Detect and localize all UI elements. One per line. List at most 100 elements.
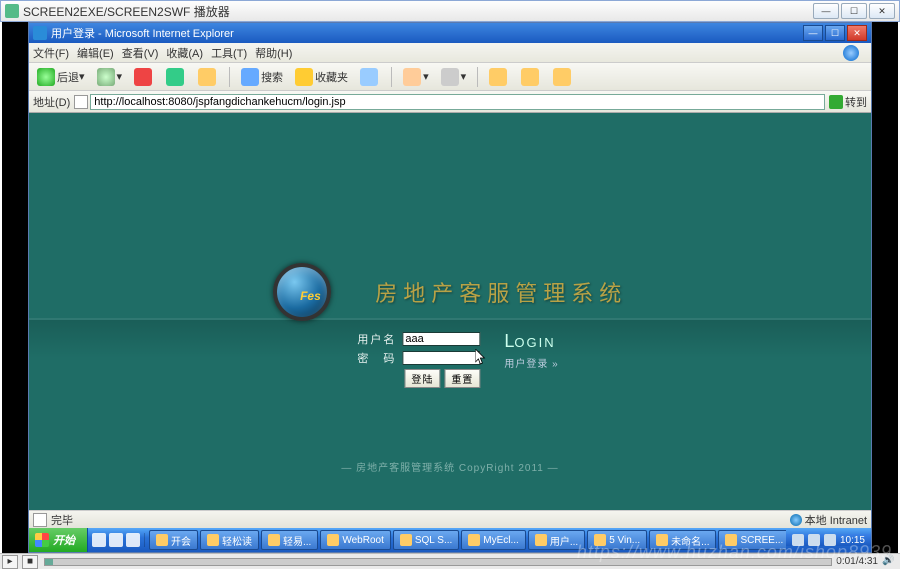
taskbar-task-button[interactable]: 轻松读 xyxy=(200,530,259,550)
taskbar-task-button[interactable]: 5 Vin... xyxy=(587,530,647,550)
username-input[interactable] xyxy=(402,332,480,346)
status-page-icon xyxy=(33,513,47,527)
password-label: 密 码 xyxy=(357,350,396,366)
menu-tools[interactable]: 工具(T) xyxy=(211,45,247,61)
taskbar-task-button[interactable]: 开会 xyxy=(149,530,198,550)
password-input[interactable] xyxy=(402,351,480,365)
back-label: 后退 xyxy=(57,69,79,85)
folder-button-2[interactable] xyxy=(517,66,545,88)
quicklaunch-icon[interactable] xyxy=(109,533,123,547)
history-button[interactable] xyxy=(356,66,384,88)
task-app-icon xyxy=(400,534,412,546)
stop-icon xyxy=(134,68,152,86)
search-label: 搜索 xyxy=(261,69,283,85)
ie-minimize-button[interactable]: — xyxy=(803,25,823,41)
task-app-icon xyxy=(594,534,606,546)
favorites-label: 收藏夹 xyxy=(315,69,348,85)
close-button[interactable]: ✕ xyxy=(869,3,895,19)
taskbar-task-button[interactable]: 轻易... xyxy=(261,530,318,550)
forward-button[interactable]: ▾ xyxy=(93,66,127,88)
go-label: 转到 xyxy=(845,94,867,110)
zone-label: 本地 Intranet xyxy=(805,512,867,528)
address-input[interactable] xyxy=(90,94,825,110)
start-button[interactable]: 开始 xyxy=(29,528,88,552)
folder-icon xyxy=(489,68,507,86)
ie-throbber-icon xyxy=(843,45,859,61)
stop-button[interactable] xyxy=(130,66,158,88)
login-subtitle: 用户登录 » xyxy=(504,355,558,370)
maximize-button[interactable]: ☐ xyxy=(841,3,867,19)
zone-icon xyxy=(790,514,802,526)
ie-icon xyxy=(33,26,47,40)
task-label: SQL S... xyxy=(415,535,452,546)
reset-button[interactable]: 重置 xyxy=(444,369,480,388)
taskbar-task-button[interactable]: MyEcl... xyxy=(461,530,526,550)
search-button[interactable]: 搜索 xyxy=(237,66,287,88)
task-label: SCREE... xyxy=(740,535,783,546)
taskbar-task-button[interactable]: SCREE... xyxy=(718,530,785,550)
task-app-icon xyxy=(535,534,547,546)
ie-close-button[interactable]: ✕ xyxy=(847,25,867,41)
task-label: WebRoot xyxy=(342,535,384,546)
menu-edit[interactable]: 编辑(E) xyxy=(77,45,114,61)
minimize-button[interactable]: — xyxy=(813,3,839,19)
refresh-button[interactable] xyxy=(162,66,190,88)
menu-help[interactable]: 帮助(H) xyxy=(255,45,292,61)
print-button[interactable]: ▾ xyxy=(437,66,471,88)
task-label: MyEcl... xyxy=(483,535,519,546)
task-label: 用户... xyxy=(550,533,578,548)
folder-button-3[interactable] xyxy=(549,66,577,88)
task-app-icon xyxy=(725,534,737,546)
volume-icon[interactable]: 🔊 xyxy=(882,555,896,569)
favorites-button[interactable]: 收藏夹 xyxy=(291,66,352,88)
back-button[interactable]: 后退 ▾ xyxy=(33,66,89,88)
player-progress[interactable] xyxy=(44,558,832,566)
ie-maximize-button[interactable]: ☐ xyxy=(825,25,845,41)
folder-icon xyxy=(521,68,539,86)
home-button[interactable] xyxy=(194,66,222,88)
taskbar-task-button[interactable]: WebRoot xyxy=(320,530,391,550)
back-icon xyxy=(37,68,55,86)
start-label: 开始 xyxy=(53,532,75,548)
history-icon xyxy=(360,68,378,86)
search-icon xyxy=(241,68,259,86)
quicklaunch-icon[interactable] xyxy=(92,533,106,547)
menu-favorites[interactable]: 收藏(A) xyxy=(166,45,203,61)
player-play-button[interactable]: ▸ xyxy=(2,555,18,569)
quicklaunch-icon[interactable] xyxy=(126,533,140,547)
go-button[interactable]: 转到 xyxy=(829,94,867,110)
star-icon xyxy=(295,68,313,86)
task-app-icon xyxy=(468,534,480,546)
player-time: 0:01/4:31 xyxy=(836,556,878,567)
tray-icon[interactable] xyxy=(808,534,820,546)
task-label: 开会 xyxy=(171,533,191,548)
login-button[interactable]: 登陆 xyxy=(404,369,440,388)
username-label: 用户名 xyxy=(357,331,396,347)
tray-icon[interactable] xyxy=(792,534,804,546)
menu-view[interactable]: 查看(V) xyxy=(122,45,159,61)
task-app-icon xyxy=(156,534,168,546)
status-text: 完毕 xyxy=(51,512,73,528)
taskbar-tasks: 开会 轻松读轻易... WebRoot SQL S... MyEcl... 用户... 5 … xyxy=(145,530,786,550)
tray-icon[interactable] xyxy=(824,534,836,546)
player-stop-button[interactable]: ■ xyxy=(22,555,38,569)
toolbar-separator xyxy=(477,67,478,87)
print-icon xyxy=(441,68,459,86)
address-label: 地址(D) xyxy=(33,94,70,110)
security-zone: 本地 Intranet xyxy=(790,512,867,528)
forward-icon xyxy=(97,68,115,86)
mail-icon xyxy=(403,68,421,86)
toolbar-separator xyxy=(391,67,392,87)
folder-icon xyxy=(553,68,571,86)
task-label: 轻松读 xyxy=(222,533,252,548)
login-heading: LOGIN xyxy=(504,331,558,352)
task-label: 5 Vin... xyxy=(609,535,640,546)
player-title: SCREEN2EXE/SCREEN2SWF 播放器 xyxy=(23,3,230,20)
folder-button-1[interactable] xyxy=(485,66,513,88)
taskbar-task-button[interactable]: SQL S... xyxy=(393,530,459,550)
taskbar-task-button[interactable]: 未命名... xyxy=(649,530,716,550)
mail-button[interactable]: ▾ xyxy=(399,66,433,88)
taskbar-task-button[interactable]: 用户... xyxy=(528,530,585,550)
menu-file[interactable]: 文件(F) xyxy=(33,45,69,61)
toolbar-separator xyxy=(229,67,230,87)
